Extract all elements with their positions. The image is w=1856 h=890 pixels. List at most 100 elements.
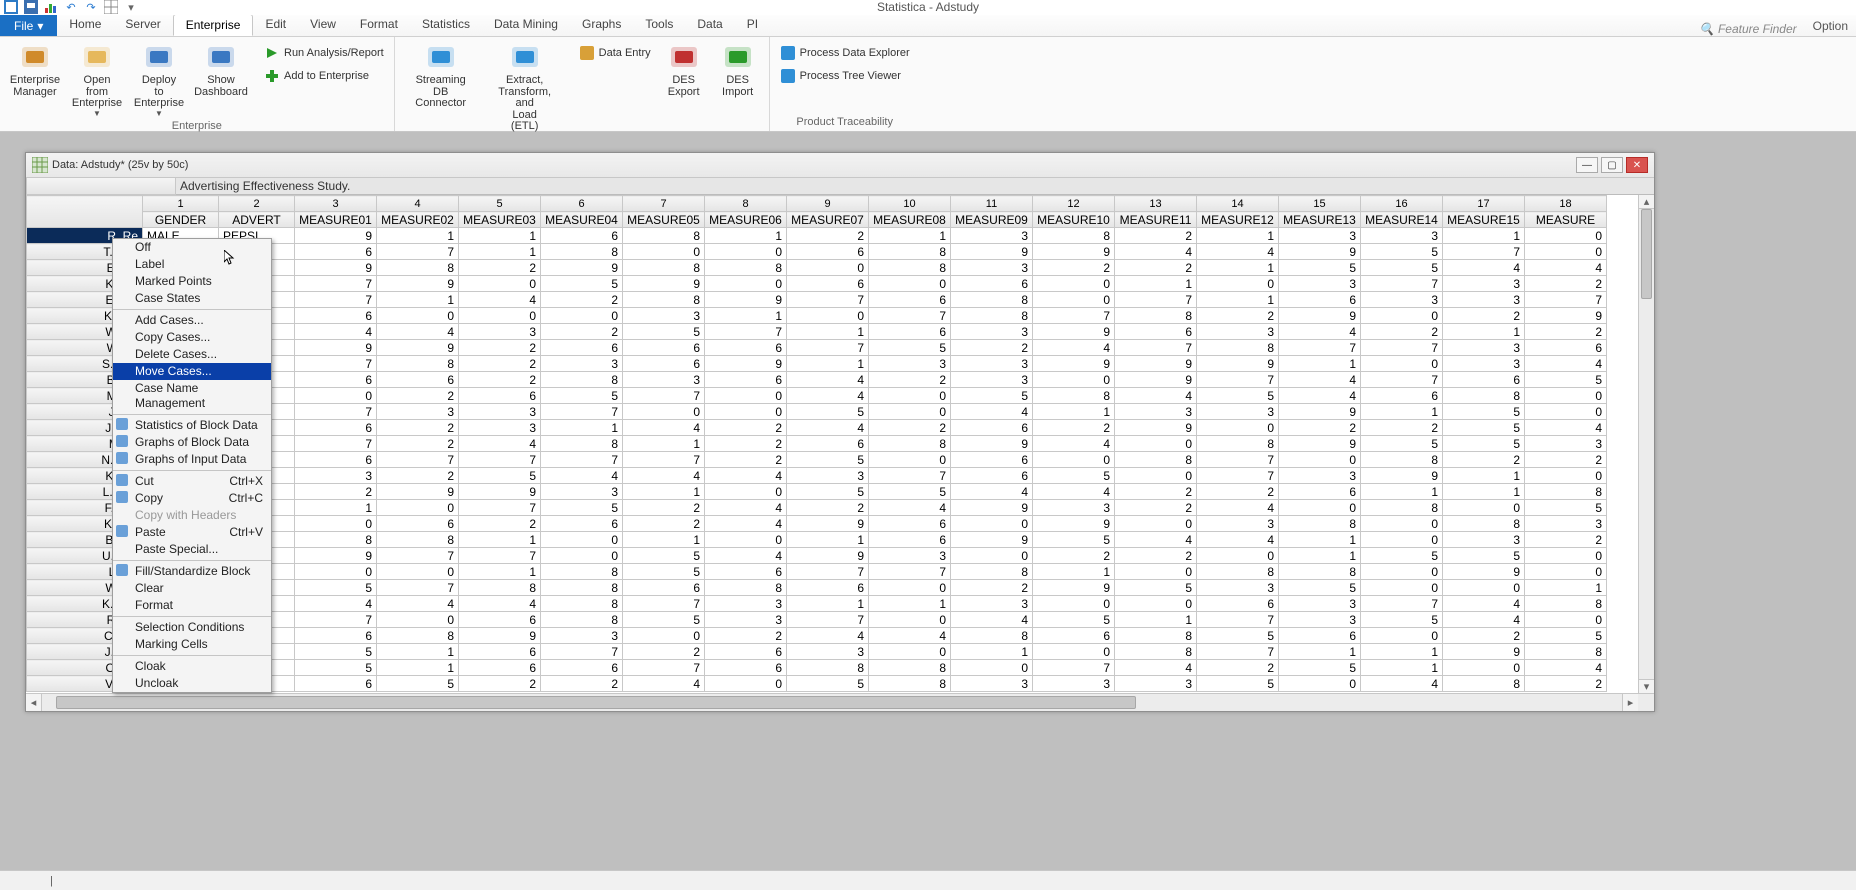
cell-value[interactable]: 8 (377, 532, 459, 548)
ribbon-tab-server[interactable]: Server (113, 14, 172, 36)
cell-value[interactable]: 4 (541, 468, 623, 484)
cell-value[interactable]: 0 (1279, 452, 1361, 468)
cell-value[interactable]: 4 (787, 628, 869, 644)
ribbon-tab-format[interactable]: Format (348, 14, 410, 36)
scroll-right-icon[interactable]: ▸ (1622, 694, 1638, 711)
cell-value[interactable]: 3 (787, 468, 869, 484)
cell-value[interactable]: 8 (1361, 452, 1443, 468)
cell-value[interactable]: 4 (705, 500, 787, 516)
cell-value[interactable]: 7 (295, 292, 377, 308)
cell-value[interactable]: 0 (1443, 660, 1525, 676)
col-number[interactable]: 14 (1197, 196, 1279, 212)
col-number[interactable]: 3 (295, 196, 377, 212)
cell-value[interactable]: 7 (623, 596, 705, 612)
ribbon-btn-des-export[interactable]: DESExport (659, 39, 709, 98)
col-header[interactable]: MEASURE09 (951, 212, 1033, 228)
cell-value[interactable]: 4 (1525, 660, 1607, 676)
col-header[interactable]: MEASURE04 (541, 212, 623, 228)
cell-value[interactable]: 6 (869, 516, 951, 532)
cell-value[interactable]: 4 (1115, 244, 1197, 260)
cell-value[interactable]: 1 (1033, 564, 1115, 580)
cell-value[interactable]: 7 (787, 612, 869, 628)
cell-value[interactable]: 9 (1033, 324, 1115, 340)
cell-value[interactable]: 1 (377, 292, 459, 308)
cell-value[interactable]: 5 (869, 484, 951, 500)
cell-value[interactable]: 8 (1033, 228, 1115, 244)
cell-value[interactable]: 7 (787, 340, 869, 356)
cell-value[interactable]: 0 (1361, 532, 1443, 548)
ribbon-tab-view[interactable]: View (298, 14, 348, 36)
cell-value[interactable]: 1 (1279, 548, 1361, 564)
cell-value[interactable]: 8 (1197, 436, 1279, 452)
cell-value[interactable]: 8 (705, 580, 787, 596)
cell-value[interactable]: 3 (951, 260, 1033, 276)
cell-value[interactable]: 2 (1197, 308, 1279, 324)
cell-value[interactable]: 5 (1279, 260, 1361, 276)
cell-value[interactable]: 1 (623, 532, 705, 548)
cell-value[interactable]: 7 (1361, 596, 1443, 612)
cell-value[interactable]: 1 (1361, 644, 1443, 660)
ribbon-tab-data-mining[interactable]: Data Mining (482, 14, 570, 36)
cell-value[interactable]: 0 (377, 564, 459, 580)
cell-value[interactable]: 6 (377, 372, 459, 388)
menu-item-copy[interactable]: CopyCtrl+C (113, 490, 271, 507)
cell-value[interactable]: 5 (1361, 260, 1443, 276)
cell-value[interactable]: 2 (377, 420, 459, 436)
cell-value[interactable]: 9 (787, 548, 869, 564)
menu-item-marked-points[interactable]: Marked Points (113, 273, 271, 290)
cell-value[interactable]: 7 (1197, 452, 1279, 468)
cell-value[interactable]: 9 (705, 356, 787, 372)
cell-value[interactable]: 5 (1361, 548, 1443, 564)
cell-value[interactable]: 2 (1115, 484, 1197, 500)
cell-value[interactable]: 5 (541, 500, 623, 516)
cell-value[interactable]: 3 (1361, 228, 1443, 244)
cell-value[interactable]: 8 (1525, 596, 1607, 612)
menu-item-fill-standardize-block[interactable]: Fill/Standardize Block (113, 563, 271, 580)
col-header[interactable]: ADVERT (219, 212, 295, 228)
cell-value[interactable]: 7 (1525, 292, 1607, 308)
col-header[interactable]: MEASURE15 (1443, 212, 1525, 228)
cell-value[interactable]: 9 (1279, 308, 1361, 324)
cell-value[interactable]: 5 (951, 388, 1033, 404)
cell-value[interactable]: 6 (1443, 372, 1525, 388)
cell-value[interactable]: 0 (1033, 372, 1115, 388)
cell-value[interactable]: 8 (1279, 516, 1361, 532)
cell-value[interactable]: 3 (459, 404, 541, 420)
cell-value[interactable]: 8 (1115, 644, 1197, 660)
cell-value[interactable]: 6 (295, 308, 377, 324)
minimize-button[interactable]: — (1576, 157, 1598, 173)
cell-value[interactable]: 2 (1525, 676, 1607, 692)
cell-value[interactable]: 8 (869, 244, 951, 260)
cell-value[interactable]: 2 (459, 260, 541, 276)
cell-value[interactable]: 6 (295, 420, 377, 436)
cell-value[interactable]: 7 (541, 404, 623, 420)
cell-value[interactable]: 0 (1525, 244, 1607, 260)
cell-value[interactable]: 7 (295, 404, 377, 420)
cell-value[interactable]: 1 (459, 564, 541, 580)
cell-value[interactable]: 0 (1361, 516, 1443, 532)
col-number[interactable]: 17 (1443, 196, 1525, 212)
cell-value[interactable]: 4 (787, 388, 869, 404)
cell-value[interactable]: 6 (295, 628, 377, 644)
cell-value[interactable]: 4 (377, 324, 459, 340)
cell-value[interactable]: 5 (541, 388, 623, 404)
cell-value[interactable]: 4 (1197, 500, 1279, 516)
cell-value[interactable]: 6 (377, 516, 459, 532)
cell-value[interactable]: 0 (869, 644, 951, 660)
cell-value[interactable]: 5 (1115, 580, 1197, 596)
col-number[interactable]: 18 (1525, 196, 1607, 212)
cell-value[interactable]: 2 (623, 500, 705, 516)
cell-value[interactable]: 9 (1361, 468, 1443, 484)
cell-value[interactable]: 6 (459, 612, 541, 628)
cell-value[interactable]: 3 (1443, 356, 1525, 372)
cell-value[interactable]: 3 (1197, 404, 1279, 420)
cell-value[interactable]: 0 (541, 308, 623, 324)
menu-item-cloak[interactable]: Cloak (113, 658, 271, 675)
cell-value[interactable]: 0 (705, 276, 787, 292)
cell-value[interactable]: 4 (1525, 260, 1607, 276)
cell-value[interactable]: 6 (787, 580, 869, 596)
cell-value[interactable]: 4 (459, 436, 541, 452)
cell-value[interactable]: 7 (869, 564, 951, 580)
cell-value[interactable]: 0 (295, 564, 377, 580)
cell-value[interactable]: 1 (295, 500, 377, 516)
